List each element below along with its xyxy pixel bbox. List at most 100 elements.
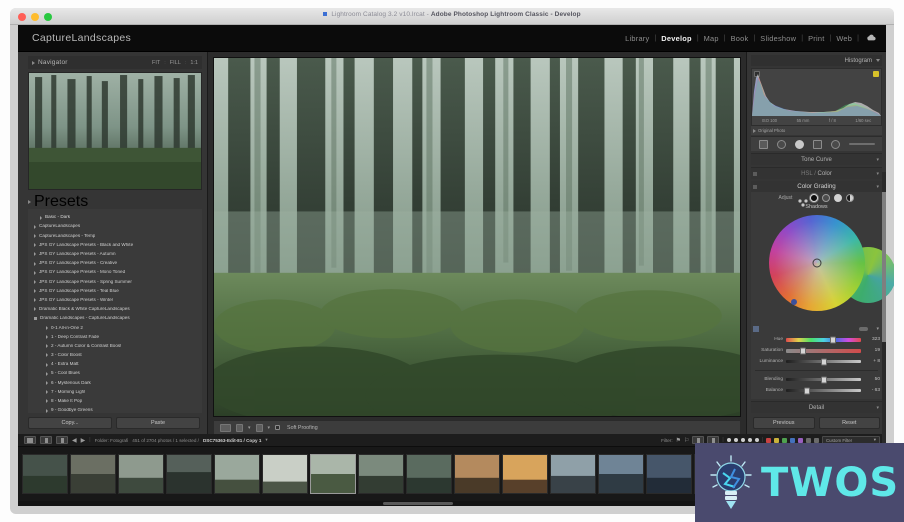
- preset-item[interactable]: 6 - Mysterious Dark: [32, 378, 200, 387]
- histogram[interactable]: ISO 100 55 mm f / 8 1/60 sec: [751, 68, 882, 126]
- red-eye-icon[interactable]: [794, 139, 804, 149]
- preset-item[interactable]: 0-1 All-in-One 2: [32, 323, 200, 332]
- preset-group[interactable]: Basic - Dark: [32, 213, 200, 222]
- preset-item[interactable]: 3 - Color Boost: [32, 351, 200, 360]
- compare-view-icon[interactable]: [255, 423, 263, 432]
- chevron-down-icon[interactable]: ▾: [876, 326, 879, 332]
- original-photo-row[interactable]: Original Photo: [751, 126, 882, 135]
- saturation-slider-row[interactable]: Saturation 19: [751, 345, 882, 356]
- color-wheel-hue-dot[interactable]: [790, 299, 797, 305]
- scrollbar-thumb[interactable]: [382, 502, 453, 505]
- paste-settings-button[interactable]: Paste: [116, 417, 200, 429]
- disclosure-triangle-icon[interactable]: [32, 60, 35, 65]
- module-develop[interactable]: Develop: [656, 34, 697, 43]
- panel-switch-icon[interactable]: [753, 171, 757, 176]
- filmstrip-thumbnail[interactable]: [118, 454, 164, 494]
- right-panel-scrollbar[interactable]: [882, 172, 886, 472]
- preset-group[interactable]: JPS GY Landscape Presets - Mono Toned: [32, 268, 200, 277]
- chevron-down-icon[interactable]: ▾: [876, 157, 879, 163]
- wheel-size-toggle-icon[interactable]: [859, 327, 868, 331]
- filmstrip-thumbnail[interactable]: [262, 454, 308, 494]
- filmstrip-thumbnail[interactable]: [358, 454, 404, 494]
- spot-removal-icon[interactable]: [776, 139, 786, 149]
- filmstrip-thumbnail[interactable]: [166, 454, 212, 494]
- star-rating-5-icon[interactable]: [754, 438, 759, 442]
- filmstrip-thumbnail[interactable]: [22, 454, 68, 494]
- saturation-slider-thumb[interactable]: [799, 347, 806, 354]
- previous-button[interactable]: Previous: [753, 417, 815, 429]
- balance-slider-row[interactable]: Balance - 63: [751, 385, 882, 396]
- star-rating-3-icon[interactable]: [740, 438, 745, 442]
- color-wheel-marker[interactable]: [812, 258, 821, 268]
- color-wheel-area[interactable]: [751, 213, 894, 325]
- saturation-slider-track[interactable]: [786, 347, 861, 354]
- chevron-down-icon[interactable]: ▾: [876, 184, 879, 190]
- global-mode-icon[interactable]: [846, 194, 855, 202]
- highlights-mode-icon[interactable]: [834, 194, 843, 202]
- luminance-slider-row[interactable]: Luminance + 8: [751, 356, 882, 367]
- detail-panel[interactable]: Detail ▾: [751, 401, 882, 413]
- preset-group[interactable]: CaptureLandscapes: [32, 222, 200, 231]
- soft-proofing-checkbox[interactable]: [275, 425, 281, 430]
- zoom-fit[interactable]: FIT: [152, 60, 160, 66]
- module-book[interactable]: Book: [726, 34, 754, 43]
- loupe-view-icon[interactable]: [40, 436, 52, 444]
- preset-group[interactable]: JPS GY Landscape Presets - Black and Whi…: [32, 241, 200, 250]
- preset-item[interactable]: 2 - Autumn Color & Contrast Boost: [32, 342, 200, 351]
- filmstrip-thumbnail[interactable]: [406, 454, 452, 494]
- preset-item[interactable]: 7 - Morning Light: [32, 388, 200, 397]
- tone-curve-panel[interactable]: Tone Curve ▾: [751, 153, 882, 165]
- preset-item[interactable]: 9 - Goodbye Greens: [32, 406, 200, 413]
- chevron-down-icon[interactable]: ▾: [876, 405, 879, 411]
- zoom-fill[interactable]: FILL: [170, 60, 181, 66]
- forward-arrow-icon[interactable]: ▶: [81, 437, 86, 444]
- balance-value[interactable]: - 63: [864, 388, 880, 393]
- color-grading-header[interactable]: Color Grading ▾: [751, 181, 882, 192]
- preset-item[interactable]: 5 - Cool Blues: [32, 369, 200, 378]
- hsl-color-panel[interactable]: HSL / Color ▾: [751, 167, 882, 179]
- hue-slider-row[interactable]: Hue 323: [751, 334, 882, 345]
- preset-item[interactable]: 1 - Deep Contrast Fade: [32, 332, 200, 341]
- identity-plate[interactable]: CaptureLandscapes: [32, 32, 131, 44]
- star-rating-4-icon[interactable]: [747, 438, 752, 442]
- chevron-down-icon[interactable]: ▾: [248, 425, 251, 431]
- luminance-value[interactable]: + 8: [864, 359, 880, 364]
- crop-tool-icon[interactable]: [758, 139, 768, 149]
- balance-slider-thumb[interactable]: [804, 387, 810, 394]
- filename-chevron-icon[interactable]: ▾: [265, 437, 267, 443]
- filmstrip-thumbnail[interactable]: [502, 454, 548, 494]
- module-slideshow[interactable]: Slideshow: [755, 34, 801, 43]
- flag-pick-icon[interactable]: ⚑: [676, 437, 681, 444]
- radial-filter-icon[interactable]: [830, 139, 840, 149]
- copy-settings-button[interactable]: Copy...: [28, 417, 112, 429]
- luminance-slider-track[interactable]: [786, 358, 861, 365]
- color-label-purple[interactable]: [798, 437, 803, 443]
- color-label-custom[interactable]: [814, 437, 819, 443]
- hue-value[interactable]: 323: [864, 337, 880, 342]
- navigator-zoom-options[interactable]: FIT : FILL : 1:1: [152, 60, 198, 66]
- preset-item[interactable]: 8 - Make It Pop: [32, 397, 200, 406]
- color-label-yellow[interactable]: [774, 437, 779, 443]
- masking-icon[interactable]: [812, 139, 822, 149]
- chevron-down-icon[interactable]: ▾: [876, 171, 879, 177]
- panel-switch-icon[interactable]: [753, 184, 757, 189]
- filmstrip-thumbnail[interactable]: [646, 454, 692, 494]
- filmstrip-thumbnail[interactable]: [598, 454, 644, 494]
- module-print[interactable]: Print: [803, 34, 829, 43]
- histogram-header[interactable]: Histogram: [751, 55, 882, 66]
- midtones-mode-icon[interactable]: [822, 194, 831, 202]
- star-rating-1-icon[interactable]: [726, 438, 731, 442]
- three-way-mode-icon[interactable]: [798, 194, 809, 207]
- before-after-icon[interactable]: [236, 423, 243, 432]
- preset-group[interactable]: CaptureLandscapes - Temp: [32, 231, 200, 240]
- presets-list[interactable]: Basic - Dark CaptureLandscapes CaptureLa…: [28, 209, 202, 413]
- module-web[interactable]: Web: [831, 34, 857, 43]
- shadows-mode-icon[interactable]: [810, 194, 819, 202]
- color-label-green[interactable]: [782, 437, 787, 443]
- hue-slider-thumb[interactable]: [829, 336, 836, 343]
- preset-group[interactable]: JPS GY Landscape Presets - Creative: [32, 259, 200, 268]
- blending-slider-track[interactable]: [786, 376, 861, 383]
- secondary-display-icon[interactable]: [56, 436, 68, 444]
- saturation-value[interactable]: 19: [864, 348, 880, 353]
- preset-group[interactable]: JPS GY Landscape Presets - Teal Blue: [32, 287, 200, 296]
